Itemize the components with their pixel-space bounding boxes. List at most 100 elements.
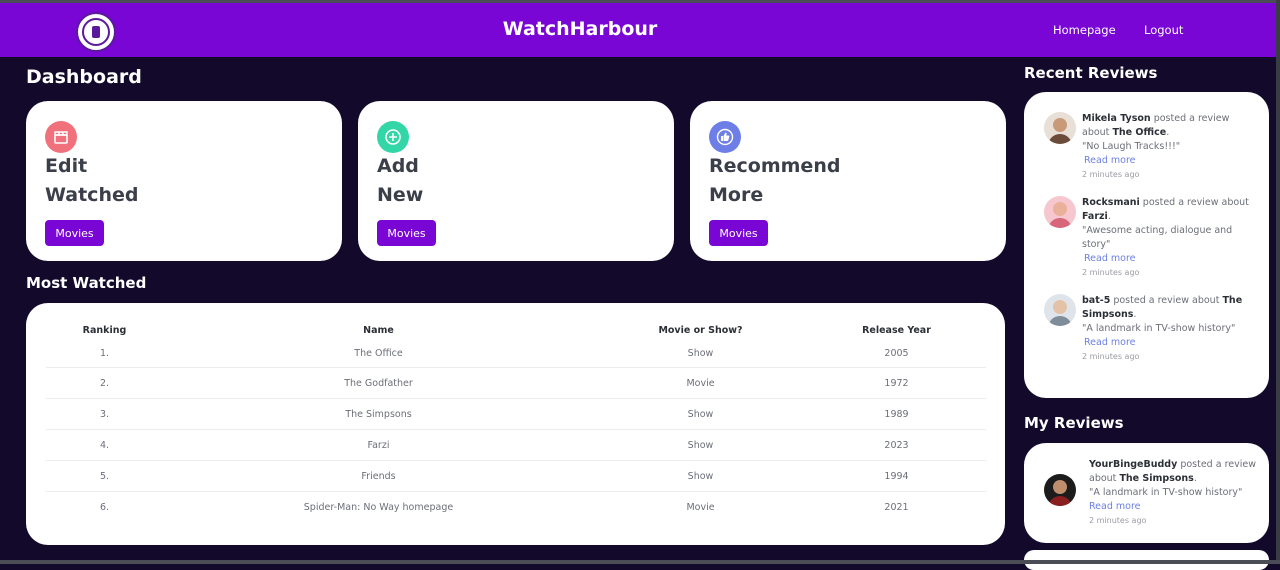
avatar-head — [1053, 480, 1067, 494]
nav-homepage-link[interactable]: Homepage — [1053, 23, 1116, 37]
edit-watched-movies-button[interactable]: Movies — [45, 220, 104, 246]
most-watched-table: Ranking Name Movie or Show? Release Year… — [46, 321, 986, 523]
read-more-link[interactable]: Read more — [1089, 500, 1257, 514]
review-title[interactable]: The Simpsons — [1119, 473, 1193, 484]
cell-year: 2005 — [807, 348, 986, 359]
avatar — [1044, 196, 1076, 228]
plus-circle-icon — [377, 121, 409, 153]
avatar — [1044, 294, 1076, 326]
cell-type: Show — [594, 409, 807, 420]
cell-type: Show — [594, 440, 807, 451]
cell-type: Show — [594, 471, 807, 482]
avatar-body — [1048, 316, 1072, 326]
review-quote: "No Laugh Tracks!!!" — [1082, 141, 1180, 152]
card-title-line1: Recommend — [709, 155, 840, 177]
cell-ranking: 2. — [46, 378, 163, 389]
read-more-link[interactable]: Read more — [1084, 336, 1256, 350]
review-text: bat-5 posted a review about The Simpsons… — [1082, 294, 1256, 364]
card-edit-watched: Edit Watched Movies — [26, 101, 342, 261]
cell-year: 2021 — [807, 502, 986, 513]
card-recommend-more: Recommend More Movies — [690, 101, 1006, 261]
card-title-line2: New — [377, 184, 423, 206]
review-time: 2 minutes ago — [1082, 350, 1256, 364]
card-title-line1: Edit — [45, 155, 87, 177]
review-title[interactable]: Farzi — [1082, 211, 1108, 222]
recommend-more-movies-button[interactable]: Movies — [709, 220, 768, 246]
table-row[interactable]: 2. The Godfather Movie 1972 — [46, 368, 986, 399]
cell-ranking: 4. — [46, 440, 163, 451]
avatar — [1044, 474, 1076, 506]
card-add-new: Add New Movies — [358, 101, 674, 261]
review-text: Rocksmani posted a review about Farzi. "… — [1082, 196, 1256, 280]
cell-year: 2023 — [807, 440, 986, 451]
cell-ranking: 5. — [46, 471, 163, 482]
cell-year: 1994 — [807, 471, 986, 482]
cell-name: Spider-Man: No Way homepage — [163, 502, 594, 513]
table-row[interactable]: 6. Spider-Man: No Way homepage Movie 202… — [46, 492, 986, 523]
table-header-row: Ranking Name Movie or Show? Release Year — [46, 321, 986, 339]
cell-type: Show — [594, 348, 807, 359]
review-quote: "A landmark in TV-show history" — [1082, 323, 1235, 334]
review-verb: posted a review about — [1140, 197, 1249, 208]
cell-name: The Simpsons — [163, 409, 594, 420]
cell-ranking: 1. — [46, 348, 163, 359]
review-verb: posted a review about — [1110, 295, 1222, 306]
clapperboard-icon — [45, 121, 77, 153]
add-new-movies-button[interactable]: Movies — [377, 220, 436, 246]
cell-year: 1972 — [807, 378, 986, 389]
table-row[interactable]: 3. The Simpsons Show 1989 — [46, 399, 986, 430]
review-user[interactable]: Mikela Tyson — [1082, 113, 1151, 124]
column-header-name: Name — [163, 325, 594, 336]
recent-reviews-card: Mikela Tyson posted a review about The O… — [1024, 92, 1269, 398]
nav-logout-link[interactable]: Logout — [1144, 23, 1183, 37]
cell-ranking: 3. — [46, 409, 163, 420]
review-user[interactable]: Rocksmani — [1082, 197, 1140, 208]
read-more-link[interactable]: Read more — [1084, 154, 1256, 168]
column-header-ranking: Ranking — [46, 325, 163, 336]
top-navbar: WatchHarbour Homepage Logout — [0, 3, 1276, 57]
cell-name: Farzi — [163, 440, 594, 451]
avatar-body — [1048, 134, 1072, 144]
card-title-line2: Watched — [45, 184, 138, 206]
card-title-line2: More — [709, 184, 763, 206]
window-frame-right — [1276, 0, 1280, 564]
thumbs-up-icon — [709, 121, 741, 153]
review-title[interactable]: The Office — [1112, 127, 1166, 138]
avatar — [1044, 112, 1076, 144]
column-header-type: Movie or Show? — [594, 325, 807, 336]
table-row[interactable]: 5. Friends Show 1994 — [46, 461, 986, 492]
my-reviews-card: YourBingeBuddy posted a review about The… — [1024, 443, 1269, 543]
cell-name: Friends — [163, 471, 594, 482]
review-time: 2 minutes ago — [1082, 266, 1256, 280]
window-frame-bottom — [0, 560, 1280, 564]
review-user[interactable]: bat-5 — [1082, 295, 1110, 306]
read-more-link[interactable]: Read more — [1084, 252, 1256, 266]
most-watched-title: Most Watched — [26, 274, 146, 292]
cell-name: The Godfather — [163, 378, 594, 389]
table-row[interactable]: 1. The Office Show 2005 — [46, 339, 986, 368]
cell-ranking: 6. — [46, 502, 163, 513]
review-time: 2 minutes ago — [1082, 168, 1256, 182]
cell-year: 1989 — [807, 409, 986, 420]
review-quote: "A landmark in TV-show history" — [1089, 487, 1242, 498]
recent-reviews-title: Recent Reviews — [1024, 64, 1157, 82]
column-header-year: Release Year — [807, 325, 986, 336]
review-user[interactable]: YourBingeBuddy — [1089, 459, 1177, 470]
most-watched-table-card: Ranking Name Movie or Show? Release Year… — [26, 303, 1005, 545]
review-time: 2 minutes ago — [1089, 514, 1257, 528]
review-text: Mikela Tyson posted a review about The O… — [1082, 112, 1256, 182]
cell-name: The Office — [163, 348, 594, 359]
avatar-head — [1053, 300, 1067, 314]
cell-type: Movie — [594, 502, 807, 513]
dashboard-title: Dashboard — [26, 66, 142, 88]
review-quote: "Awesome acting, dialogue and story" — [1082, 225, 1232, 250]
avatar-head — [1053, 202, 1067, 216]
avatar-body — [1048, 496, 1072, 506]
my-reviews-title: My Reviews — [1024, 414, 1124, 432]
card-title-line1: Add — [377, 155, 419, 177]
cell-type: Movie — [594, 378, 807, 389]
table-row[interactable]: 4. Farzi Show 2023 — [46, 430, 986, 461]
avatar-head — [1053, 118, 1067, 132]
brand-title: WatchHarbour — [0, 18, 1160, 40]
review-text: YourBingeBuddy posted a review about The… — [1089, 458, 1257, 528]
